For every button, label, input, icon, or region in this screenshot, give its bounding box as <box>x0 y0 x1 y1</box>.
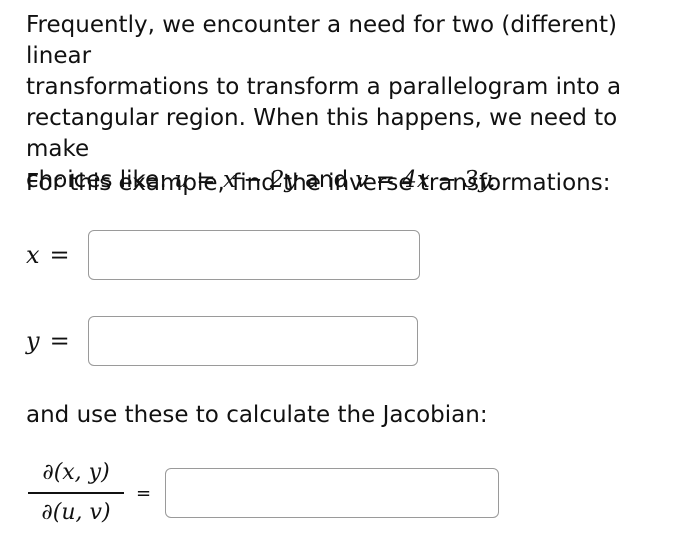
x-var: x <box>26 241 40 269</box>
jacobian-row: ∂(x, y) ∂(u, v) = <box>28 458 500 528</box>
jacobian-fraction: ∂(x, y) ∂(u, v) <box>28 458 124 528</box>
x-answer-input[interactable] <box>88 230 420 280</box>
jacobian-prompt: and use these to calculate the Jacobian: <box>26 402 488 428</box>
fraction-bar <box>28 492 124 494</box>
y-label: y = <box>26 327 88 355</box>
x-label: x = <box>26 241 88 269</box>
jacobian-numerator: ∂(x, y) <box>42 460 110 485</box>
jacobian-answer-input[interactable] <box>165 468 500 518</box>
y-var: y <box>26 327 40 355</box>
intro-line-3: rectangular region. When this happens, w… <box>26 105 618 162</box>
y-answer-input[interactable] <box>88 316 418 366</box>
x-equals: = <box>49 241 70 269</box>
inverse-prompt: For this example, find the inverse trans… <box>26 170 611 196</box>
intro-line-1: Frequently, we encounter a need for two … <box>26 12 617 69</box>
y-equals: = <box>49 327 70 355</box>
jacobian-denominator: ∂(u, v) <box>41 500 111 525</box>
intro-line-2: transformations to transform a parallelo… <box>26 74 622 100</box>
jacobian-equals: = <box>136 482 152 504</box>
x-answer-row: x = <box>26 230 420 280</box>
y-answer-row: y = <box>26 316 418 366</box>
